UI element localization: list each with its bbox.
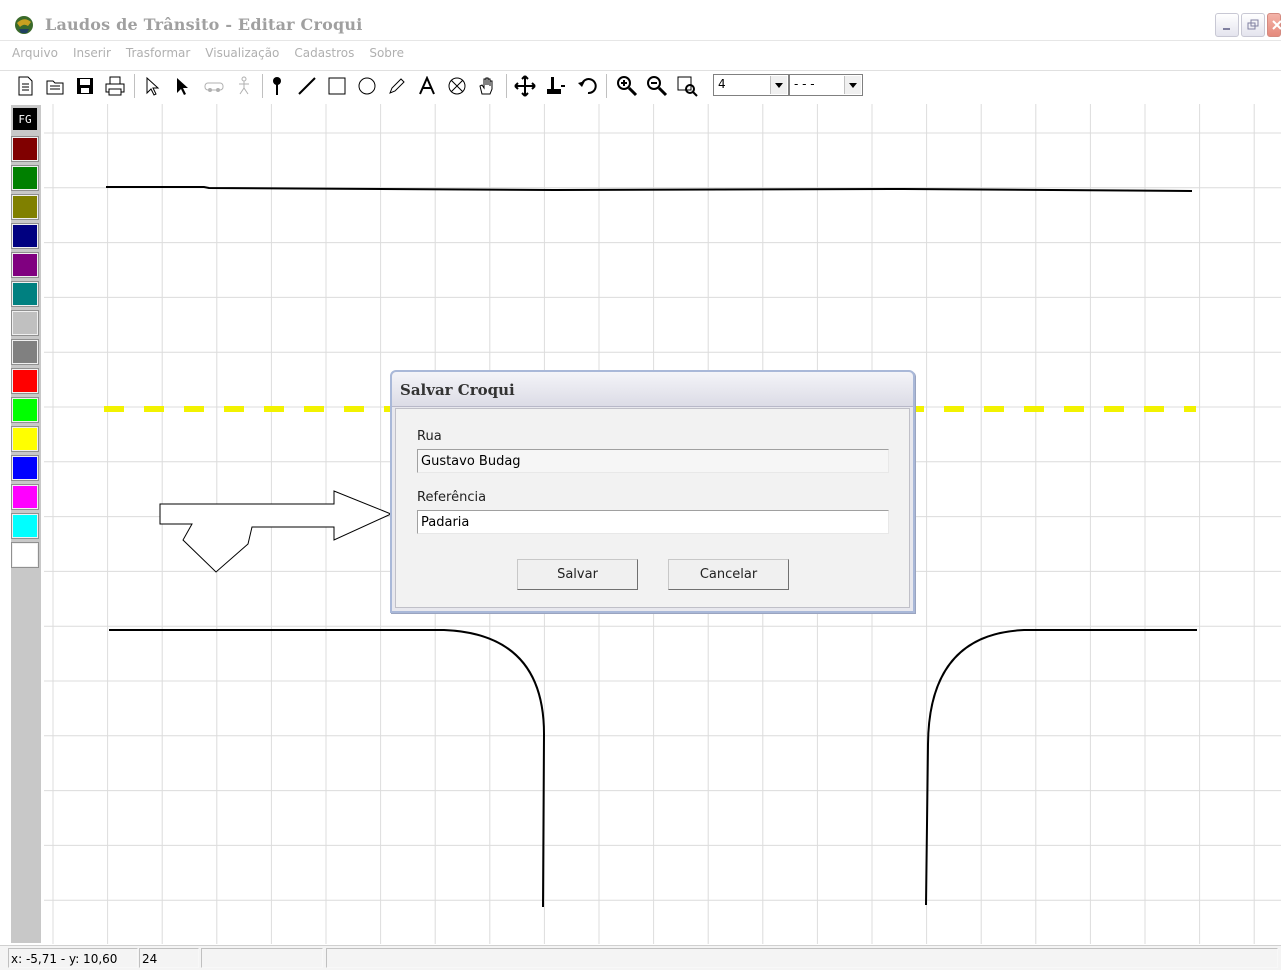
- cursor-coordinates: x: -5,71 - y: 10,60: [8, 948, 138, 968]
- app-logo-icon: [15, 16, 33, 34]
- color-swatch[interactable]: [11, 426, 39, 452]
- rotate-icon[interactable]: [575, 73, 601, 99]
- color-swatch[interactable]: [11, 397, 39, 423]
- minimize-icon[interactable]: [1215, 13, 1239, 37]
- chevron-down-icon[interactable]: [770, 76, 787, 94]
- select-outline-icon[interactable]: [139, 73, 165, 99]
- rua-label: Rua: [417, 429, 442, 444]
- select-arrow-icon[interactable]: [169, 73, 195, 99]
- zoom-out-icon[interactable]: [644, 73, 670, 99]
- color-swatch[interactable]: [11, 136, 39, 162]
- dialog-title: Salvar Croqui: [400, 381, 515, 399]
- zoom-window-icon[interactable]: [674, 73, 700, 99]
- line-icon[interactable]: [294, 73, 320, 99]
- rua-input[interactable]: [417, 449, 889, 473]
- referencia-label: Referência: [417, 490, 487, 505]
- color-swatch[interactable]: [11, 281, 39, 307]
- save-icon[interactable]: [72, 73, 98, 99]
- new-file-icon[interactable]: [12, 73, 38, 99]
- menu-visualizacao[interactable]: Visualização: [205, 46, 279, 60]
- color-palette: FG: [11, 105, 41, 943]
- chevron-down-icon[interactable]: [844, 76, 861, 94]
- color-swatch[interactable]: [11, 165, 39, 191]
- line-style-value: - - -: [794, 77, 815, 91]
- text-icon[interactable]: [414, 73, 440, 99]
- pin-icon[interactable]: [264, 73, 290, 99]
- menu-cadastros[interactable]: Cadastros: [294, 46, 354, 60]
- color-swatch[interactable]: [11, 194, 39, 220]
- menu-arquivo[interactable]: Arquivo: [12, 46, 58, 60]
- color-swatch[interactable]: [11, 252, 39, 278]
- color-swatch[interactable]: [11, 223, 39, 249]
- save-button[interactable]: Salvar: [517, 559, 638, 590]
- rectangle-icon[interactable]: [324, 73, 350, 99]
- line-width-value: 4: [718, 77, 726, 91]
- close-icon[interactable]: [1267, 13, 1281, 37]
- dialog-title-bar[interactable]: Salvar Croqui: [392, 372, 913, 407]
- status-panel-empty: [201, 948, 323, 968]
- menu-bar: Arquivo Inserir Trasformar Visualização …: [0, 42, 1281, 64]
- line-style-select[interactable]: - - -: [789, 74, 863, 96]
- restore-icon[interactable]: [1241, 13, 1265, 37]
- toolbar: 4 - - -: [0, 70, 1281, 103]
- open-file-icon[interactable]: [42, 73, 68, 99]
- color-swatch[interactable]: [11, 542, 39, 568]
- hand-icon[interactable]: [474, 73, 500, 99]
- color-swatch[interactable]: [11, 455, 39, 481]
- color-swatch[interactable]: [11, 310, 39, 336]
- window-title: Laudos de Trânsito - Editar Croqui: [45, 15, 363, 34]
- pencil-icon[interactable]: [384, 73, 410, 99]
- road-edge-bottom-right: [925, 629, 1197, 906]
- foreground-color-indicator: FG: [13, 108, 37, 130]
- status-panel-message: [326, 948, 1278, 968]
- color-swatch[interactable]: [11, 484, 39, 510]
- cross-circle-icon[interactable]: [444, 73, 470, 99]
- move-icon[interactable]: [512, 73, 538, 99]
- menu-trasformar[interactable]: Trasformar: [126, 46, 190, 60]
- dialog-body: Rua Referência Salvar Cancelar: [395, 408, 910, 608]
- ellipse-icon[interactable]: [354, 73, 380, 99]
- direction-arrow: [159, 490, 393, 573]
- status-bar: x: -5,71 - y: 10,60 24: [0, 945, 1281, 970]
- color-swatch[interactable]: [11, 339, 39, 365]
- save-croqui-dialog: Salvar Croqui Rua Referência Salvar Canc…: [390, 370, 915, 613]
- title-bar: Laudos de Trânsito - Editar Croqui: [0, 10, 1281, 41]
- car-icon[interactable]: [201, 73, 227, 99]
- menu-sobre[interactable]: Sobre: [369, 46, 404, 60]
- anchor-icon[interactable]: [543, 73, 569, 99]
- line-width-select[interactable]: 4: [713, 74, 789, 96]
- pedestrian-icon[interactable]: [231, 73, 257, 99]
- color-swatch[interactable]: [11, 513, 39, 539]
- menu-inserir[interactable]: Inserir: [73, 46, 111, 60]
- cancel-button[interactable]: Cancelar: [668, 559, 789, 590]
- status-value: 24: [139, 948, 199, 968]
- print-icon[interactable]: [102, 73, 128, 99]
- referencia-input[interactable]: [417, 510, 889, 534]
- zoom-in-icon[interactable]: [614, 73, 640, 99]
- color-swatch[interactable]: [11, 368, 39, 394]
